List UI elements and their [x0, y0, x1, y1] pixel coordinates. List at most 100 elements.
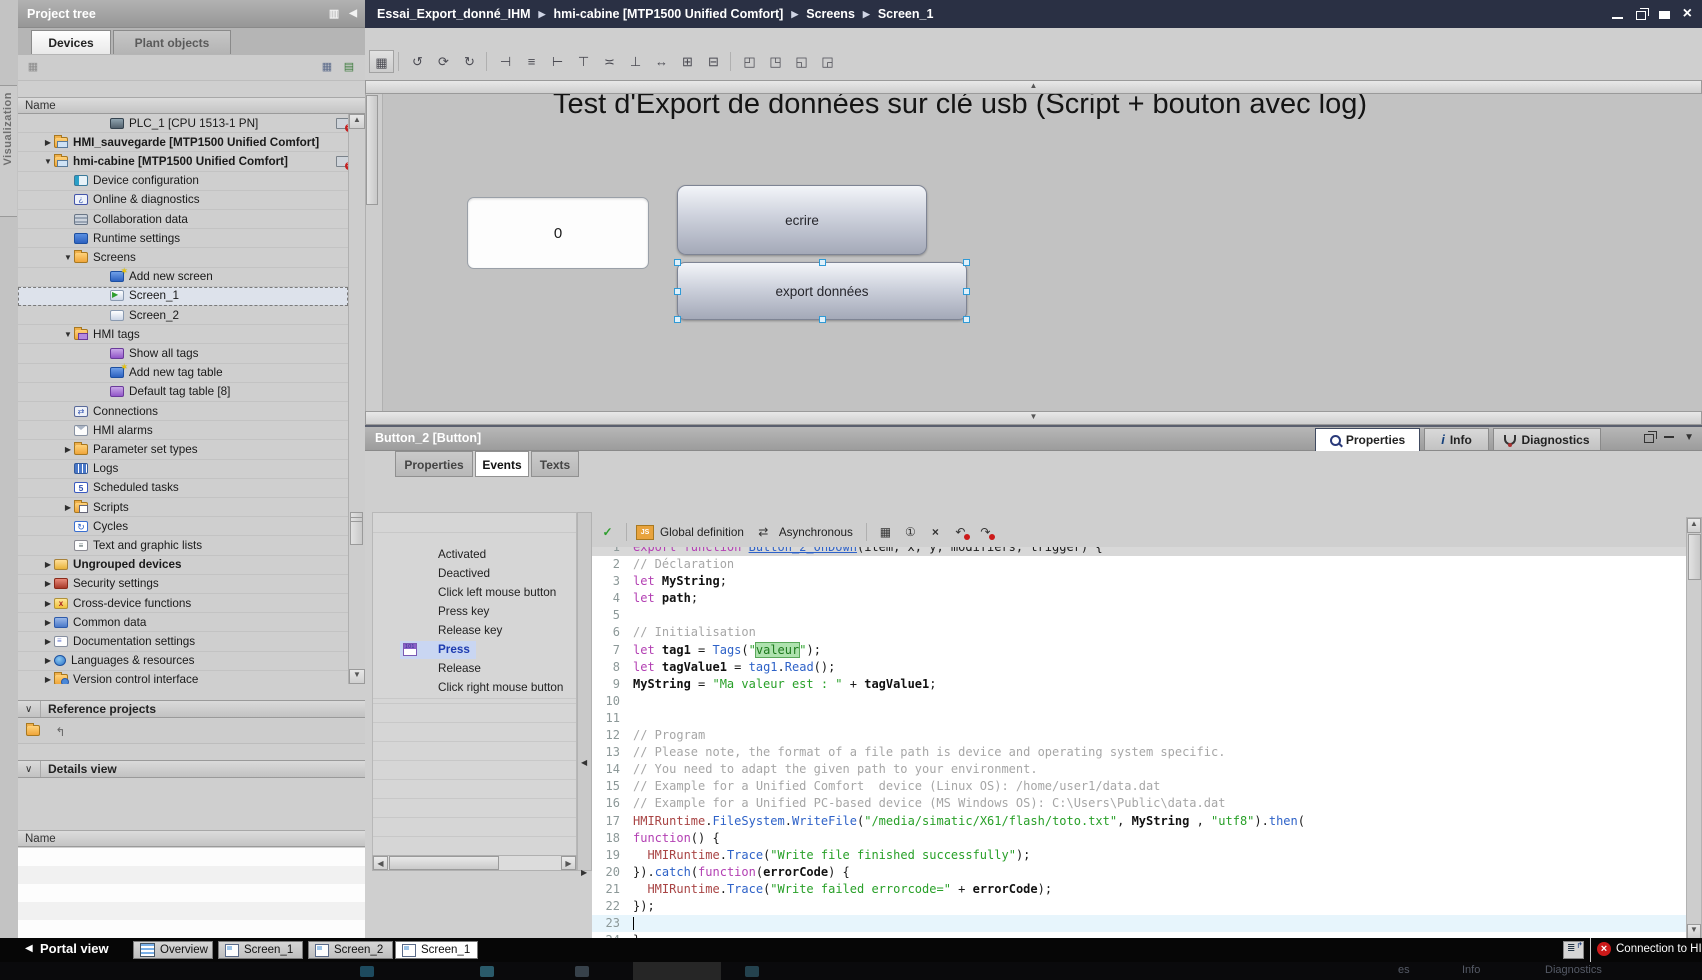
back-arrow-icon[interactable]: ◀ — [25, 943, 33, 954]
portal-view-button[interactable]: Portal view — [40, 941, 109, 956]
breadcrumb-screen1[interactable]: Screen_1 — [878, 7, 934, 21]
tag-table-icon[interactable]: ▦ — [24, 59, 42, 75]
tree-item[interactable]: ▶Ungrouped devices — [18, 556, 348, 575]
screen-canvas[interactable]: Test d'Export de données sur clé usb (Sc… — [365, 80, 1702, 426]
tree-item[interactable]: ¿Online & diagnostics — [18, 191, 348, 210]
float-panel-icon[interactable] — [1644, 434, 1654, 443]
expand-icon[interactable]: ▶ — [42, 560, 54, 569]
expand-icon[interactable]: ▶ — [42, 599, 54, 608]
tab-properties[interactable]: Properties — [395, 451, 473, 477]
scroll-down-icon[interactable]: ▼ — [1687, 924, 1701, 939]
event-item-release[interactable]: Release — [373, 660, 576, 680]
collapse-panel-icon[interactable]: ▼ — [1684, 432, 1694, 443]
tree-item[interactable]: Logs — [18, 460, 348, 479]
tree-item[interactable]: Screen_2 — [18, 306, 348, 325]
bring-forward-icon[interactable]: ◱ — [789, 50, 814, 73]
event-item-release-key[interactable]: Release key — [373, 622, 576, 642]
minimize-icon[interactable] — [1612, 17, 1623, 19]
delete-icon[interactable]: × — [926, 524, 945, 541]
js-global-icon[interactable]: JS — [636, 525, 654, 540]
tree-item[interactable]: ▶Languages & resources — [18, 652, 348, 671]
tree-item[interactable]: ▶Security settings — [18, 575, 348, 594]
tree-item[interactable]: Add new tag table — [18, 364, 348, 383]
send-backward-icon[interactable]: ◲ — [815, 50, 840, 73]
fit-height-icon[interactable]: ⊟ — [701, 50, 726, 73]
columns-icon[interactable]: ▥ — [329, 0, 339, 28]
tree-item[interactable]: HMI alarms — [18, 421, 348, 440]
selection-handle[interactable] — [963, 259, 970, 266]
tree-item[interactable]: ≡Text and graphic lists — [18, 536, 348, 555]
io-field[interactable]: 0 — [467, 197, 649, 269]
expand-icon[interactable]: ▶ — [42, 637, 54, 646]
expand-icon[interactable]: ▶ — [42, 656, 54, 665]
side-tab-diagnostics[interactable]: Diagnostics — [1493, 428, 1601, 451]
selection-handle[interactable] — [963, 288, 970, 295]
script-editor[interactable]: 1export function Button_2_OnDown(item, x… — [592, 539, 1686, 940]
redo-invalid-icon[interactable]: ↷ — [976, 524, 995, 541]
event-item-click-left-mouse-button[interactable]: Click left mouse button — [373, 584, 576, 604]
tree-item[interactable]: ▶HMI_sauvegarde [MTP1500 Unified Comfort… — [18, 133, 348, 152]
tree-scrollbar-thumb[interactable] — [350, 512, 363, 545]
tree-item[interactable]: ▶Documentation settings — [18, 632, 348, 651]
undo-invalid-icon[interactable]: ↶ — [951, 524, 970, 541]
tree-item[interactable]: Add new screen — [18, 268, 348, 287]
minimize-panel-icon[interactable] — [1664, 436, 1674, 438]
insert-table-icon[interactable]: ▦ — [876, 524, 895, 541]
tree-item[interactable]: 5Scheduled tasks — [18, 479, 348, 498]
selection-handle[interactable] — [674, 288, 681, 295]
tree-item[interactable]: Default tag table [8] — [18, 383, 348, 402]
align-left-icon[interactable]: ⊣ — [493, 50, 518, 73]
scroll-down-icon[interactable]: ▼ — [365, 411, 1702, 425]
breadcrumb-project[interactable]: Essai_Export_donné_IHM — [377, 7, 531, 21]
event-item-deactived[interactable]: Deactived — [373, 565, 576, 585]
tree-scrollbar[interactable]: ▲ ▼ — [348, 114, 365, 684]
expand-icon[interactable]: ▶ — [62, 445, 74, 454]
details-view-header[interactable]: ∨ Details view — [18, 760, 365, 778]
expand-icon[interactable]: ▶ — [42, 138, 54, 147]
table-view-icon[interactable]: ▦ — [318, 59, 336, 75]
log-export-icon[interactable] — [1563, 941, 1584, 959]
expand-icon[interactable]: ▶ — [42, 675, 54, 684]
scroll-down-icon[interactable]: ▼ — [349, 669, 365, 684]
event-item-press[interactable]: Press — [373, 641, 576, 661]
export-diagram-icon[interactable]: ▤ — [340, 59, 358, 75]
tree-item[interactable]: ▶Scripts — [18, 498, 348, 517]
asynchronous-label[interactable]: Asynchronous — [779, 526, 853, 539]
align-middle-icon[interactable]: ≍ — [597, 50, 622, 73]
global-definition-label[interactable]: Global definition — [660, 526, 744, 539]
open-reference-project-icon[interactable] — [26, 725, 40, 736]
canvas-scrollbar-thumb[interactable] — [366, 95, 378, 205]
collapse-icon[interactable]: ▼ — [62, 253, 74, 262]
collapse-left-icon[interactable]: ◀ — [581, 758, 587, 767]
taskbar-button-screen_1[interactable]: Screen_1 — [395, 941, 478, 959]
tree-item[interactable]: ▶Version control interface — [18, 671, 348, 684]
align-bottom-icon[interactable]: ⊥ — [623, 50, 648, 73]
scroll-right-icon[interactable]: ▶ — [561, 856, 576, 870]
tree-item[interactable]: Runtime settings — [18, 229, 348, 248]
tree-item[interactable]: ▼Screens — [18, 248, 348, 267]
scroll-left-icon[interactable]: ◀ — [373, 856, 388, 870]
script-scrollbar-thumb[interactable] — [1688, 534, 1701, 580]
taskbar-button-overview[interactable]: Overview — [133, 941, 213, 959]
tree-item[interactable]: ▶Common data — [18, 613, 348, 632]
scroll-up-icon[interactable]: ▲ — [1687, 518, 1701, 533]
tab-texts[interactable]: Texts — [531, 451, 579, 477]
tab-devices[interactable]: Devices — [31, 30, 111, 54]
restore-icon[interactable] — [1636, 11, 1646, 20]
distribute-horizontal-icon[interactable]: ↔ — [649, 50, 674, 73]
side-tab-properties[interactable]: Properties — [1315, 428, 1420, 451]
rotate-right-icon[interactable]: ↻ — [457, 50, 482, 73]
tree-item[interactable]: ▼hmi-cabine [MTP1500 Unified Comfort] — [18, 152, 348, 171]
reference-projects-header[interactable]: ∨ Reference projects — [18, 700, 365, 718]
close-icon[interactable]: × — [1683, 1, 1692, 27]
tree-item[interactable]: Device configuration — [18, 172, 348, 191]
selection-handle[interactable] — [674, 316, 681, 323]
tree-item[interactable]: ▼HMI tags — [18, 325, 348, 344]
canvas-scrollbar[interactable]: ▲ ▼ — [365, 80, 383, 422]
send-to-back-icon[interactable]: ◳ — [763, 50, 788, 73]
maximize-icon[interactable] — [1659, 11, 1670, 19]
expand-icon[interactable]: ▶ — [42, 579, 54, 588]
validate-script-icon[interactable]: ✓ — [598, 524, 617, 541]
event-item-click-right-mouse-button[interactable]: Click right mouse button — [373, 679, 576, 699]
taskbar-button-screen_2[interactable]: Screen_2 — [308, 941, 393, 959]
